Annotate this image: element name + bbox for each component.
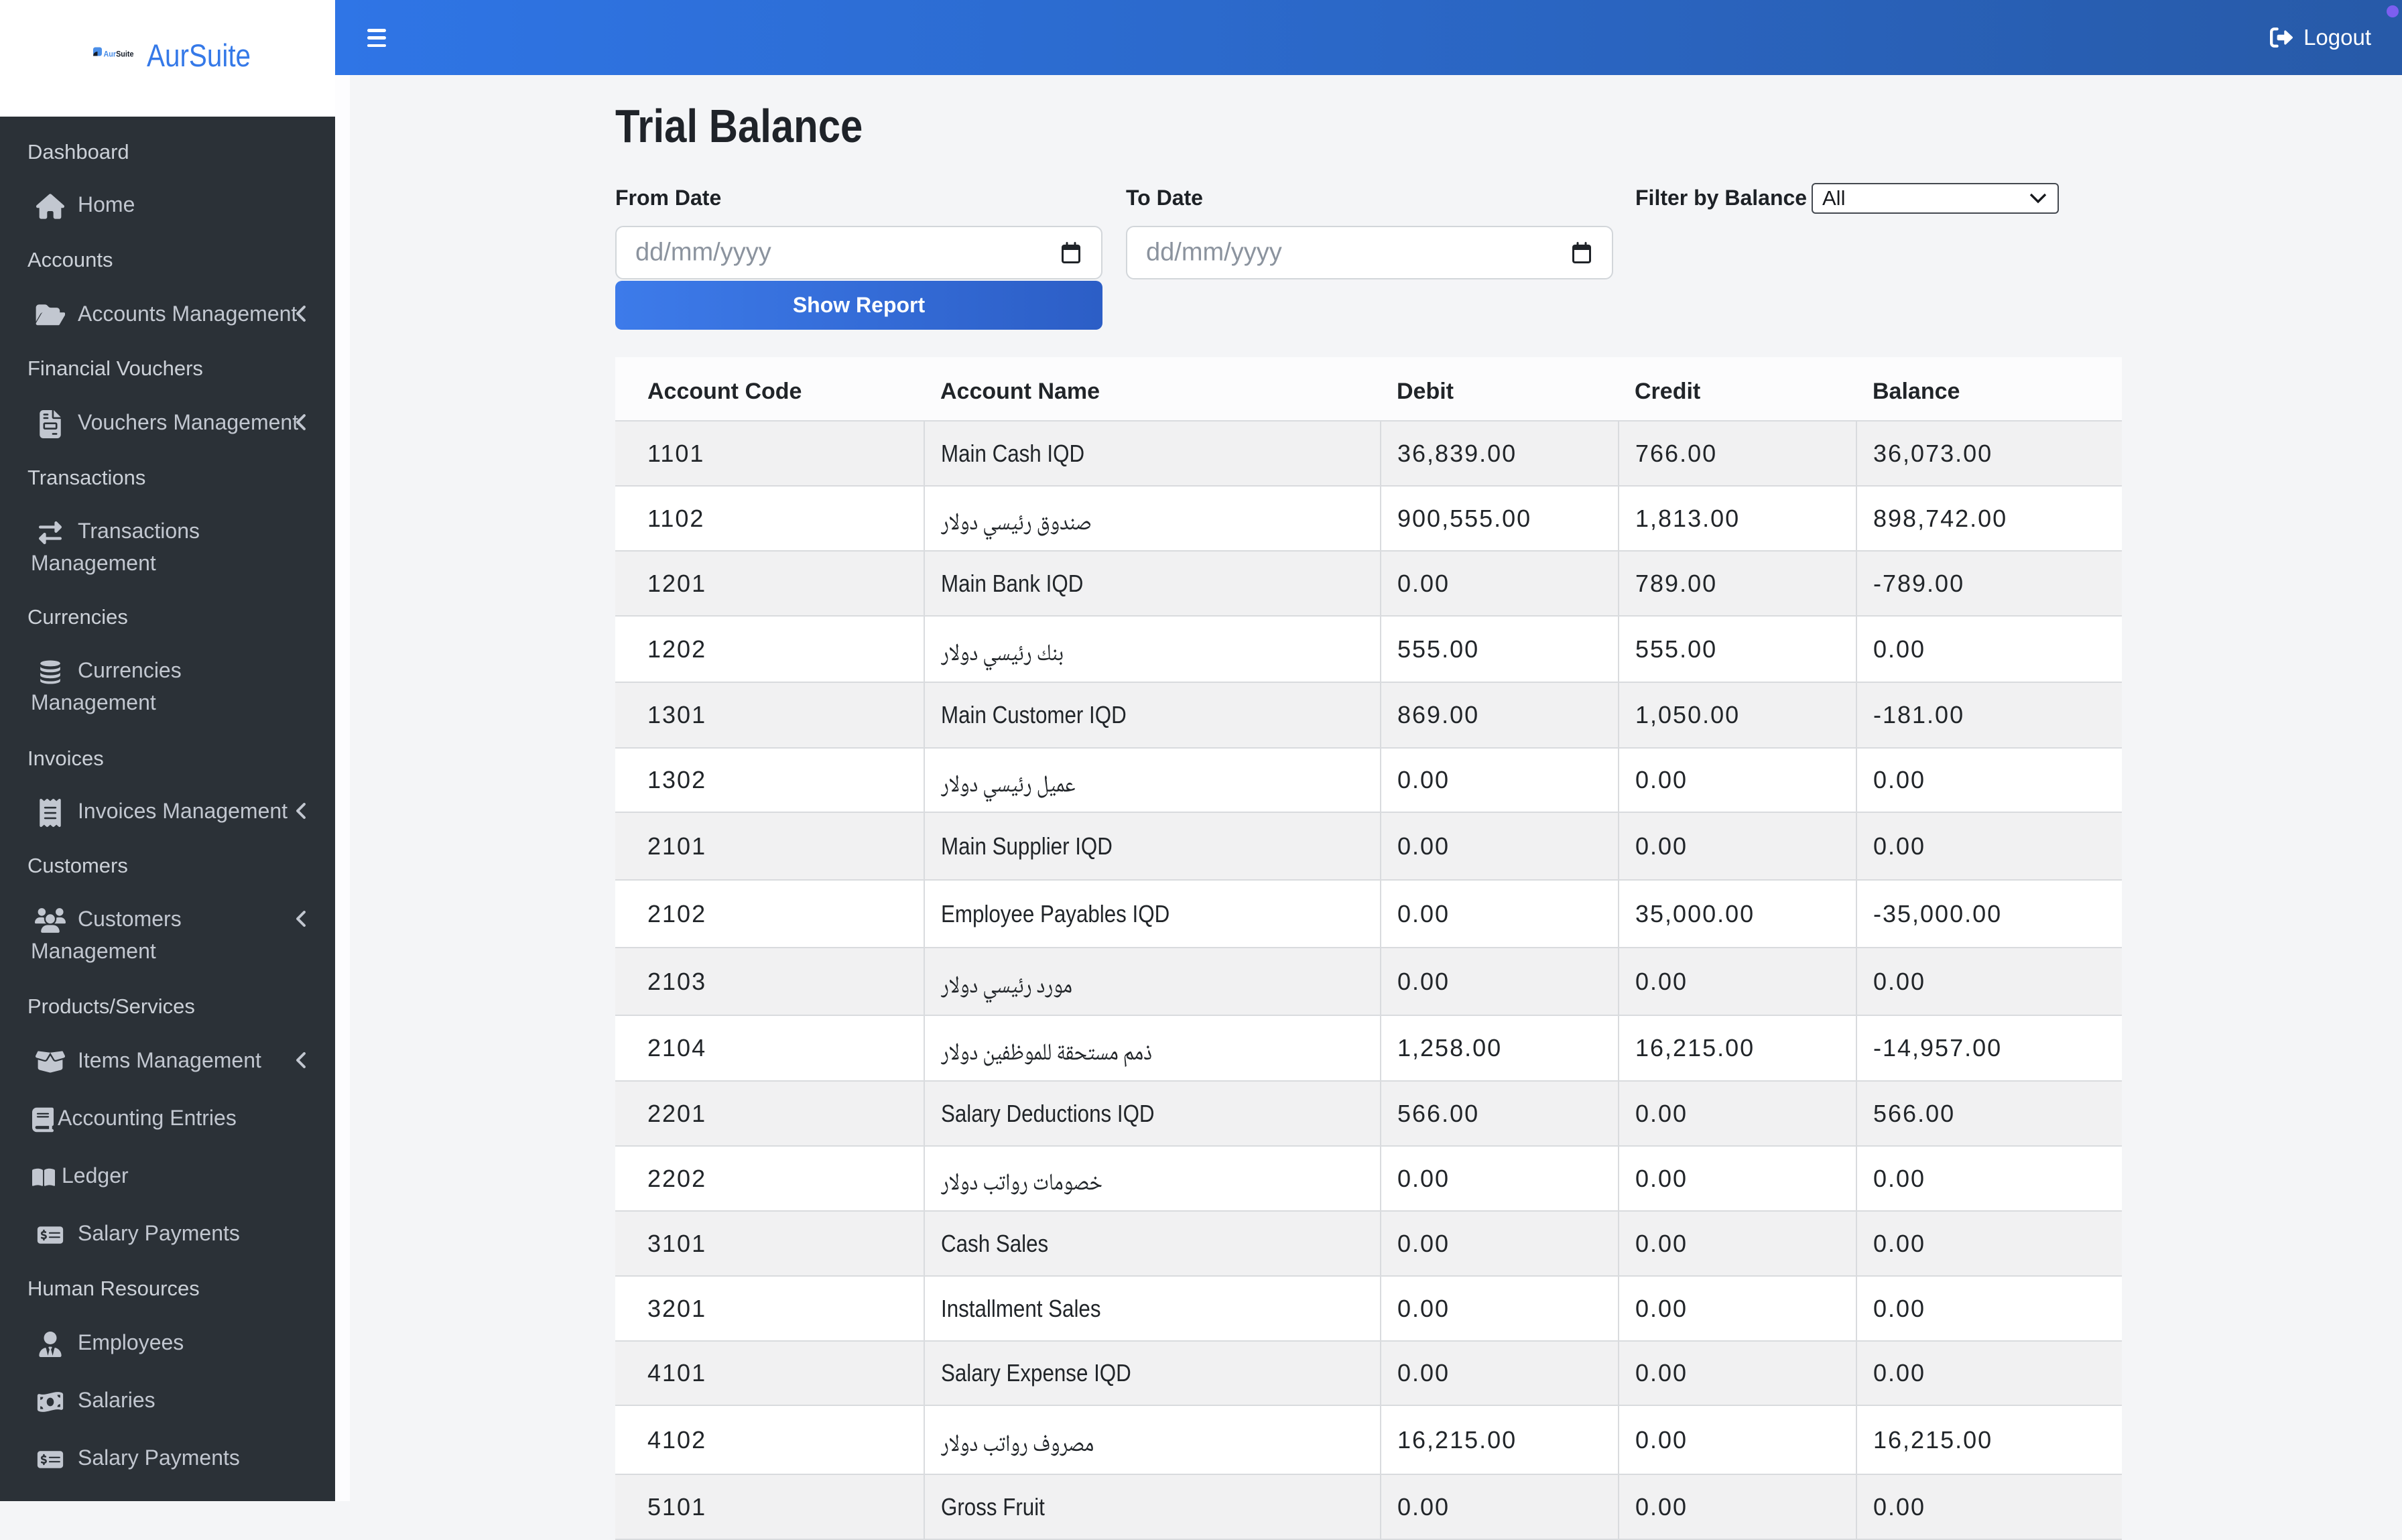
svg-text:AurSuite: AurSuite: [104, 50, 134, 59]
